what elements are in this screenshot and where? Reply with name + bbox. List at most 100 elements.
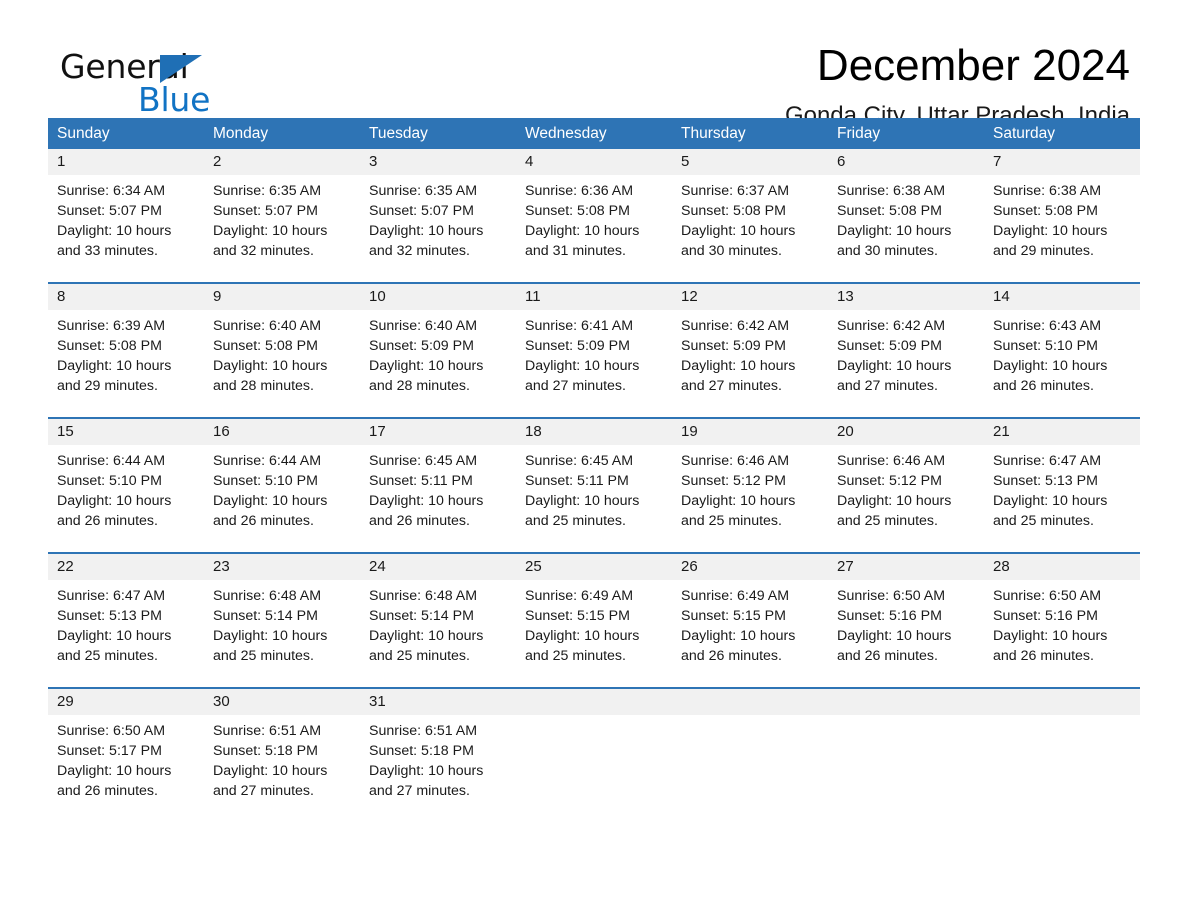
day-number[interactable]: 19: [672, 419, 828, 445]
daylight-text: Daylight: 10 hours and 29 minutes.: [993, 223, 1108, 259]
day-number[interactable]: 11: [516, 284, 672, 310]
day-cell[interactable]: Sunrise: 6:49 AM Sunset: 5:15 PM Dayligh…: [672, 580, 828, 687]
sunrise-text: Sunrise: 6:47 AM: [993, 453, 1102, 469]
day-number[interactable]: 12: [672, 284, 828, 310]
day-number[interactable]: 16: [204, 419, 360, 445]
daylight-text: Daylight: 10 hours and 26 minutes.: [57, 763, 172, 799]
day-number[interactable]: 29: [48, 689, 204, 715]
day-cell-empty: [516, 715, 672, 819]
day-cell[interactable]: Sunrise: 6:46 AM Sunset: 5:12 PM Dayligh…: [828, 445, 984, 552]
sunset-text: Sunset: 5:08 PM: [993, 203, 1098, 219]
day-number[interactable]: 23: [204, 554, 360, 580]
sunset-text: Sunset: 5:08 PM: [213, 338, 318, 354]
daylight-text: Daylight: 10 hours and 25 minutes.: [837, 493, 952, 529]
day-detail-band: Sunrise: 6:39 AM Sunset: 5:08 PM Dayligh…: [48, 310, 1140, 417]
day-detail-band: Sunrise: 6:44 AM Sunset: 5:10 PM Dayligh…: [48, 445, 1140, 552]
day-number[interactable]: 24: [360, 554, 516, 580]
weekday-header-friday: Friday: [837, 125, 881, 142]
sunrise-text: Sunrise: 6:47 AM: [57, 588, 166, 604]
day-number[interactable]: 22: [48, 554, 204, 580]
day-cell[interactable]: Sunrise: 6:42 AM Sunset: 5:09 PM Dayligh…: [672, 310, 828, 417]
day-cell[interactable]: Sunrise: 6:48 AM Sunset: 5:14 PM Dayligh…: [204, 580, 360, 687]
day-cell[interactable]: Sunrise: 6:46 AM Sunset: 5:12 PM Dayligh…: [672, 445, 828, 552]
day-number[interactable]: 1: [48, 149, 204, 175]
day-cell[interactable]: Sunrise: 6:36 AM Sunset: 5:08 PM Dayligh…: [516, 175, 672, 282]
daylight-text: Daylight: 10 hours and 25 minutes.: [525, 493, 640, 529]
day-number[interactable]: 27: [828, 554, 984, 580]
sunset-text: Sunset: 5:07 PM: [57, 203, 162, 219]
day-number[interactable]: 3: [360, 149, 516, 175]
daylight-text: Daylight: 10 hours and 26 minutes.: [993, 628, 1108, 664]
day-number[interactable]: 20: [828, 419, 984, 445]
sunset-text: Sunset: 5:15 PM: [681, 608, 786, 624]
day-number[interactable]: 9: [204, 284, 360, 310]
sunset-text: Sunset: 5:09 PM: [837, 338, 942, 354]
day-cell[interactable]: Sunrise: 6:35 AM Sunset: 5:07 PM Dayligh…: [204, 175, 360, 282]
day-cell[interactable]: Sunrise: 6:44 AM Sunset: 5:10 PM Dayligh…: [48, 445, 204, 552]
sunrise-text: Sunrise: 6:49 AM: [525, 588, 634, 604]
day-cell[interactable]: Sunrise: 6:51 AM Sunset: 5:18 PM Dayligh…: [360, 715, 516, 819]
day-cell[interactable]: Sunrise: 6:45 AM Sunset: 5:11 PM Dayligh…: [516, 445, 672, 552]
day-cell[interactable]: Sunrise: 6:34 AM Sunset: 5:07 PM Dayligh…: [48, 175, 204, 282]
day-cell[interactable]: Sunrise: 6:41 AM Sunset: 5:09 PM Dayligh…: [516, 310, 672, 417]
sunset-text: Sunset: 5:15 PM: [525, 608, 630, 624]
day-cell[interactable]: Sunrise: 6:37 AM Sunset: 5:08 PM Dayligh…: [672, 175, 828, 282]
day-cell[interactable]: Sunrise: 6:51 AM Sunset: 5:18 PM Dayligh…: [204, 715, 360, 819]
day-cell[interactable]: Sunrise: 6:40 AM Sunset: 5:08 PM Dayligh…: [204, 310, 360, 417]
day-detail-band: Sunrise: 6:47 AM Sunset: 5:13 PM Dayligh…: [48, 580, 1140, 687]
calendar-week-row: 1 2 3 4 5 6 7 Sunrise: 6:34 AM Sunset: 5…: [48, 149, 1140, 282]
sunrise-text: Sunrise: 6:45 AM: [525, 453, 634, 469]
sunrise-text: Sunrise: 6:50 AM: [993, 588, 1102, 604]
day-number[interactable]: 13: [828, 284, 984, 310]
day-number[interactable]: 8: [48, 284, 204, 310]
day-cell[interactable]: Sunrise: 6:47 AM Sunset: 5:13 PM Dayligh…: [984, 445, 1140, 552]
day-cell[interactable]: Sunrise: 6:43 AM Sunset: 5:10 PM Dayligh…: [984, 310, 1140, 417]
day-number[interactable]: 26: [672, 554, 828, 580]
day-cell[interactable]: Sunrise: 6:50 AM Sunset: 5:17 PM Dayligh…: [48, 715, 204, 819]
day-number[interactable]: 31: [360, 689, 516, 715]
day-cell[interactable]: Sunrise: 6:50 AM Sunset: 5:16 PM Dayligh…: [984, 580, 1140, 687]
daylight-text: Daylight: 10 hours and 29 minutes.: [57, 358, 172, 394]
day-cell[interactable]: Sunrise: 6:42 AM Sunset: 5:09 PM Dayligh…: [828, 310, 984, 417]
sunset-text: Sunset: 5:09 PM: [681, 338, 786, 354]
day-number[interactable]: 18: [516, 419, 672, 445]
sunset-text: Sunset: 5:16 PM: [993, 608, 1098, 624]
day-number[interactable]: 14: [984, 284, 1140, 310]
day-cell[interactable]: Sunrise: 6:50 AM Sunset: 5:16 PM Dayligh…: [828, 580, 984, 687]
sunrise-text: Sunrise: 6:50 AM: [57, 723, 166, 739]
sunset-text: Sunset: 5:14 PM: [369, 608, 474, 624]
day-number[interactable]: 17: [360, 419, 516, 445]
day-cell[interactable]: Sunrise: 6:44 AM Sunset: 5:10 PM Dayligh…: [204, 445, 360, 552]
day-cell[interactable]: Sunrise: 6:48 AM Sunset: 5:14 PM Dayligh…: [360, 580, 516, 687]
day-cell[interactable]: Sunrise: 6:49 AM Sunset: 5:15 PM Dayligh…: [516, 580, 672, 687]
day-number[interactable]: 25: [516, 554, 672, 580]
sunset-text: Sunset: 5:08 PM: [525, 203, 630, 219]
sunrise-text: Sunrise: 6:37 AM: [681, 183, 790, 199]
day-cell[interactable]: Sunrise: 6:39 AM Sunset: 5:08 PM Dayligh…: [48, 310, 204, 417]
day-number[interactable]: 30: [204, 689, 360, 715]
day-cell[interactable]: Sunrise: 6:45 AM Sunset: 5:11 PM Dayligh…: [360, 445, 516, 552]
day-number[interactable]: 28: [984, 554, 1140, 580]
sunset-text: Sunset: 5:08 PM: [57, 338, 162, 354]
daylight-text: Daylight: 10 hours and 30 minutes.: [681, 223, 796, 259]
day-cell[interactable]: Sunrise: 6:40 AM Sunset: 5:09 PM Dayligh…: [360, 310, 516, 417]
day-number[interactable]: 21: [984, 419, 1140, 445]
general-blue-logo[interactable]: General Blue: [60, 48, 360, 119]
day-cell[interactable]: Sunrise: 6:38 AM Sunset: 5:08 PM Dayligh…: [828, 175, 984, 282]
weekday-header-sunday: Sunday: [57, 125, 110, 142]
day-cell[interactable]: Sunrise: 6:38 AM Sunset: 5:08 PM Dayligh…: [984, 175, 1140, 282]
day-number-band: 8 9 10 11 12 13 14: [48, 284, 1140, 310]
daylight-text: Daylight: 10 hours and 25 minutes.: [213, 628, 328, 664]
day-number[interactable]: 2: [204, 149, 360, 175]
sunrise-text: Sunrise: 6:50 AM: [837, 588, 946, 604]
sunrise-text: Sunrise: 6:36 AM: [525, 183, 634, 199]
calendar-table: Sunday Monday Tuesday Wednesday Thursday…: [48, 118, 1140, 819]
day-number[interactable]: 7: [984, 149, 1140, 175]
day-cell[interactable]: Sunrise: 6:47 AM Sunset: 5:13 PM Dayligh…: [48, 580, 204, 687]
day-cell[interactable]: Sunrise: 6:35 AM Sunset: 5:07 PM Dayligh…: [360, 175, 516, 282]
day-number[interactable]: 6: [828, 149, 984, 175]
day-number[interactable]: 4: [516, 149, 672, 175]
day-number[interactable]: 5: [672, 149, 828, 175]
day-number[interactable]: 15: [48, 419, 204, 445]
day-number[interactable]: 10: [360, 284, 516, 310]
